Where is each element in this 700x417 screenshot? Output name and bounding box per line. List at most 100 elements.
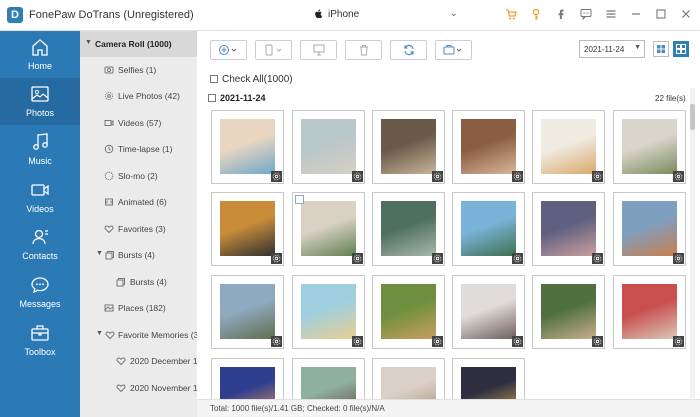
status-text: Total: 1000 file(s)/1.41 GB; Checked: 0 … <box>210 404 385 413</box>
caret-down-icon: ▼ <box>85 39 92 46</box>
refresh-button[interactable] <box>390 40 427 60</box>
photo-thumbnail[interactable] <box>292 192 365 266</box>
nav-item-photos[interactable]: Photos <box>0 78 80 125</box>
photo-checkbox[interactable] <box>295 195 304 204</box>
photo-thumbnail[interactable] <box>292 275 365 349</box>
feedback-icon[interactable] <box>580 8 592 22</box>
large-grid-view-button[interactable] <box>653 41 669 57</box>
live-photo-badge-icon <box>271 253 282 264</box>
nav-item-toolbox[interactable]: Toolbox <box>0 317 80 364</box>
tree-item-places[interactable]: Places (182) <box>80 295 197 321</box>
chevron-down-icon: ▼ <box>634 44 641 51</box>
tree-item-time-lapse[interactable]: Time-lapse (1) <box>80 136 197 162</box>
photo-thumbnail[interactable] <box>211 192 284 266</box>
photo-image <box>301 119 356 174</box>
tree-item-selfies[interactable]: Selfies (1) <box>80 57 197 83</box>
nav-item-music[interactable]: Music <box>0 126 80 173</box>
export-to-pc-button[interactable] <box>300 40 337 60</box>
add-button[interactable] <box>210 40 247 60</box>
photo-thumbnail[interactable] <box>452 192 525 266</box>
animated-icon <box>105 198 113 206</box>
nav-item-videos[interactable]: Videos <box>0 174 80 221</box>
tree-item-slo-mo[interactable]: Slo-mo (2) <box>80 163 197 189</box>
live-photo-badge-icon <box>592 253 603 264</box>
nav-item-contacts[interactable]: Contacts <box>0 221 80 268</box>
delete-button[interactable] <box>345 40 382 60</box>
close-icon[interactable] <box>680 8 692 22</box>
nav-item-messages[interactable]: Messages <box>0 269 80 316</box>
chevron-down-icon: ⌄ <box>449 8 458 19</box>
photo-image <box>220 201 275 256</box>
photo-thumbnail[interactable] <box>452 275 525 349</box>
maximize-icon[interactable] <box>655 8 667 22</box>
photo-thumbnail[interactable] <box>211 110 284 184</box>
photo-thumbnail[interactable] <box>372 192 445 266</box>
date-filter-select[interactable]: 2021-11-24 ▼ <box>579 40 645 58</box>
live-photo-badge-icon <box>673 171 684 182</box>
nav-label-videos: Videos <box>26 204 54 214</box>
tree-item-memory-nov[interactable]: 2020 November 13 <box>80 375 197 401</box>
toolbar: 2021-11-24 ▼ <box>197 31 700 67</box>
nav-label-home: Home <box>27 61 52 71</box>
photo-thumbnail[interactable] <box>372 110 445 184</box>
photo-thumbnail[interactable] <box>532 110 605 184</box>
live-photo-badge-icon <box>352 171 363 182</box>
heart-icon <box>105 331 115 340</box>
tree-item-live-photos[interactable]: Live Photos (42) <box>80 83 197 109</box>
photo-image <box>461 119 516 174</box>
tree-item-favorite-memories[interactable]: ▼ Favorite Memories (32 <box>80 322 197 348</box>
live-photo-badge-icon <box>271 171 282 182</box>
refresh-icon <box>403 44 414 56</box>
date-group-header[interactable]: 2021-11-24 <box>208 93 266 103</box>
cart-icon[interactable] <box>505 8 517 22</box>
photo-thumbnail[interactable] <box>372 275 445 349</box>
photo-thumbnail[interactable] <box>532 192 605 266</box>
scrollbar-thumb[interactable] <box>690 104 695 130</box>
key-icon[interactable] <box>530 8 542 22</box>
photo-image <box>541 284 596 339</box>
nav-item-home[interactable]: Home <box>0 31 80 78</box>
date-group-checkbox[interactable] <box>208 94 216 102</box>
live-photo-badge-icon <box>592 171 603 182</box>
check-all-checkbox[interactable] <box>210 75 218 83</box>
nav-label-toolbox: Toolbox <box>24 347 56 357</box>
videos-icon <box>31 184 49 196</box>
tree-item-favorites[interactable]: Favorites (3) <box>80 216 197 242</box>
photo-thumbnail[interactable] <box>452 110 525 184</box>
tree-item-videos[interactable]: Videos (57) <box>80 110 197 136</box>
live-photo-badge-icon <box>512 171 523 182</box>
live-photo-badge-icon <box>432 171 443 182</box>
tree-item-bursts-sub[interactable]: Bursts (4) <box>80 269 197 295</box>
tree-item-bursts[interactable]: ▼ Bursts (4) <box>80 242 197 268</box>
export-button[interactable] <box>255 40 292 60</box>
menu-icon[interactable] <box>605 8 617 22</box>
photo-thumbnail[interactable] <box>211 275 284 349</box>
facebook-icon[interactable] <box>555 8 567 22</box>
tree-item-animated[interactable]: Animated (6) <box>80 189 197 215</box>
delete-icon <box>359 45 368 56</box>
minimize-icon[interactable] <box>630 8 642 22</box>
device-selector[interactable]: iPhone ⌄ <box>304 5 460 25</box>
tree-item-memory-dec[interactable]: 2020 December 18 <box>80 348 197 374</box>
live-photo-badge-icon <box>352 253 363 264</box>
apple-icon <box>314 9 323 22</box>
check-all-row[interactable]: Check All(1000) <box>210 74 293 85</box>
check-all-label: Check All(1000) <box>222 74 293 85</box>
photo-thumbnail[interactable] <box>292 110 365 184</box>
photo-thumbnail[interactable] <box>532 275 605 349</box>
photo-image <box>541 119 596 174</box>
scrollbar-track[interactable] <box>690 88 695 398</box>
photo-thumbnail[interactable] <box>613 275 686 349</box>
photo-thumbnail[interactable] <box>613 110 686 184</box>
heart-icon <box>104 225 114 234</box>
live-photo-badge-icon <box>432 253 443 264</box>
tree-item-camera-roll[interactable]: ▼ Camera Roll (1000) <box>80 31 197 57</box>
photo-thumbnail[interactable] <box>613 192 686 266</box>
slomo-icon <box>104 171 114 181</box>
live-photo-badge-icon <box>592 336 603 347</box>
selfie-icon <box>104 66 114 74</box>
small-grid-view-button[interactable] <box>673 41 689 57</box>
photo-image <box>381 284 436 339</box>
toolbox-button[interactable] <box>435 40 472 60</box>
places-icon <box>104 304 114 312</box>
